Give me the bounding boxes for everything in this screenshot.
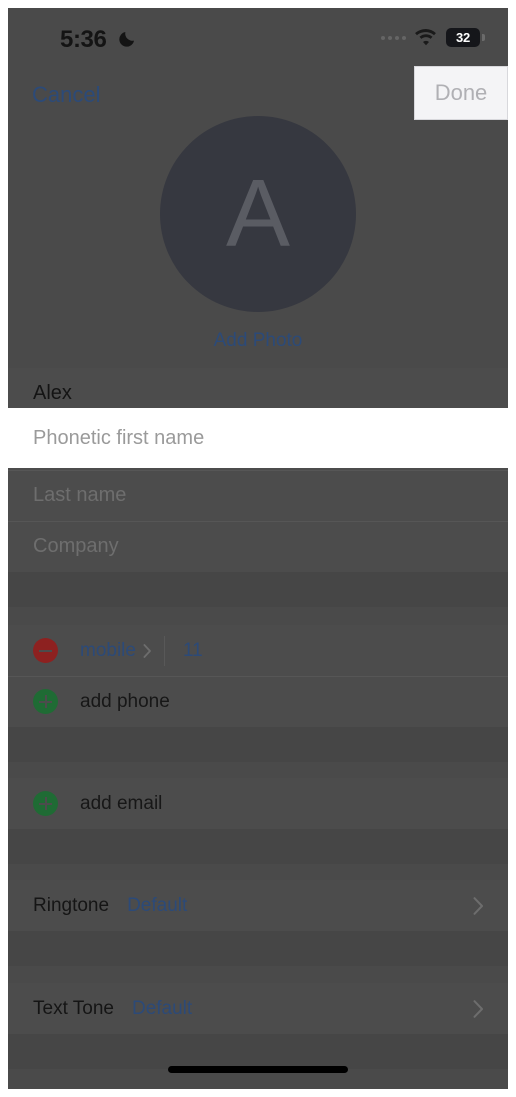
phone-entry-row[interactable]: mobile 11 [8,625,508,676]
add-email-row[interactable]: add email [8,778,508,829]
last-name-placeholder: Last name [33,484,127,506]
chevron-right-icon [473,999,483,1018]
add-photo-button[interactable]: Add Photo [214,330,303,352]
add-email-label: add email [80,792,163,814]
minus-circle-icon[interactable] [33,638,58,663]
avatar-initial: A [225,160,291,267]
phone-section: mobile 11 add phone [8,625,508,762]
signal-dots-icon [381,35,406,40]
ringtone-value: Default [127,894,188,916]
battery-level-label: 32 [455,30,471,45]
cancel-button[interactable]: Cancel [32,82,100,108]
text-tone-row[interactable]: Text Tone Default [8,983,508,1034]
add-phone-row[interactable]: add phone [8,676,508,727]
phonetic-first-name-highlight[interactable]: Phonetic first name [8,408,508,468]
avatar-block: A Add Photo [8,116,508,352]
email-section: add email [8,778,508,864]
done-button-highlight[interactable]: Done [414,66,508,120]
phone-divider [163,635,165,666]
contact-edit-screen: 5:36 32 Cancel Done [8,8,508,1089]
section-gap [8,931,508,966]
text-tone-value: Default [131,997,193,1019]
battery-icon: 32 [446,28,485,47]
chevron-right-icon [473,896,483,915]
plus-circle-icon[interactable] [33,689,58,714]
plus-circle-icon[interactable] [33,791,58,816]
avatar[interactable]: A [160,116,356,312]
text-tone-label: Text Tone [33,997,114,1019]
status-bar-indicators: 32 [381,28,485,47]
first-name-value: Alex [33,382,72,404]
add-phone-label: add phone [80,690,170,712]
ringtone-row[interactable]: Ringtone Default [8,880,508,931]
phone-type-label[interactable]: mobile [80,640,136,662]
done-button-highlight-label: Done [434,80,488,105]
section-gap [8,727,508,762]
phonetic-first-name-highlight-label: Phonetic first name [33,426,205,449]
wifi-icon [415,29,436,46]
last-name-row[interactable]: Last name [8,470,508,521]
status-bar-time: 5:36 [60,26,107,53]
phone-number-value[interactable]: 11 [183,640,203,662]
ringtone-label: Ringtone [33,894,110,916]
texttone-section: Text Tone Default [8,983,508,1069]
company-row[interactable]: Company [8,521,508,572]
ringtone-section: Ringtone Default [8,880,508,966]
section-gap [8,829,508,864]
section-gap [8,572,508,607]
chevron-right-icon [143,643,151,658]
phone-frame: 5:36 32 Cancel Done [8,8,508,1089]
status-bar: 5:36 32 [8,22,508,62]
home-indicator[interactable] [168,1066,348,1073]
moon-icon [119,32,134,47]
company-placeholder: Company [33,535,119,557]
name-fields-group: Alex Phonetic first name Last name Compa… [8,368,508,607]
section-gap [8,1034,508,1069]
